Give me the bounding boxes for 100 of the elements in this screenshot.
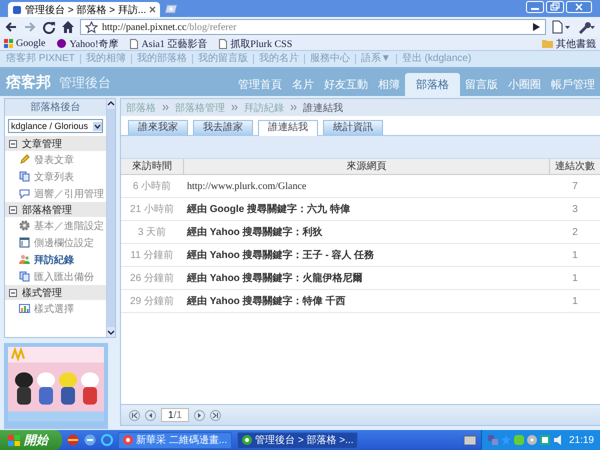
taskbar-button[interactable]: 管理後台 > 部落格 >...: [237, 432, 358, 448]
scroll-down-icon[interactable]: [107, 329, 115, 337]
speaker-icon[interactable]: [552, 435, 563, 445]
sidebar-item[interactable]: 迴響／引用管理: [5, 185, 106, 202]
back-icon[interactable]: [4, 20, 18, 34]
documents-icon: [19, 271, 30, 282]
sidebar-item[interactable]: 發表文章: [5, 151, 106, 168]
collapse-icon[interactable]: [9, 288, 17, 296]
close-icon[interactable]: [149, 6, 156, 13]
app-icon: [123, 435, 133, 445]
column-header[interactable]: 連結次數: [550, 159, 600, 174]
sidebar-item[interactable]: 拜訪紀錄: [5, 251, 106, 268]
tab[interactable]: 誰來我家: [128, 120, 188, 135]
star-icon[interactable]: [85, 20, 98, 34]
table-cell-text: 26 分鐘前: [129, 272, 175, 285]
app-icon[interactable]: [540, 435, 550, 445]
nav-tab[interactable]: 部落格: [405, 73, 460, 96]
star-icon[interactable]: [500, 435, 511, 445]
top-link[interactable]: 我的留言版: [192, 54, 253, 64]
previous-page-icon[interactable]: [145, 410, 156, 420]
next-page-icon[interactable]: [194, 410, 205, 420]
collapse-icon[interactable]: [9, 140, 17, 148]
section-header[interactable]: 部落格管理: [5, 202, 106, 217]
page-field[interactable]: 1/1: [161, 408, 189, 422]
nav-tab[interactable]: 相簿: [373, 73, 405, 96]
blog-select[interactable]: kdglance / Glorious: [8, 119, 103, 133]
table-cell-text: 29 分鐘前: [129, 295, 175, 308]
section-header[interactable]: 文章管理: [5, 136, 106, 151]
nav-tab[interactable]: 好友互動: [319, 73, 373, 96]
start-button[interactable]: 開始: [0, 430, 62, 450]
gear-icon: [19, 220, 30, 231]
disc-icon[interactable]: [526, 435, 537, 445]
link[interactable]: http://www.plurk.com/Glance: [183, 180, 550, 192]
sidebar-item[interactable]: 基本／進階設定: [5, 217, 106, 234]
clock: 21:19: [568, 434, 594, 446]
top-link[interactable]: 登出 (kdglance): [396, 54, 476, 64]
table-cell-text: 1: [571, 250, 579, 260]
section-header[interactable]: 樣式管理: [5, 285, 106, 300]
restore-icon[interactable]: [546, 1, 564, 13]
sidebar-item[interactable]: 文章列表: [5, 168, 106, 185]
minimize-icon[interactable]: [526, 1, 544, 13]
people-icon: [19, 254, 30, 265]
bookmark[interactable]: Yahoo!奇摩: [57, 36, 118, 50]
collapse-icon[interactable]: [9, 206, 17, 214]
sidebar-item[interactable]: 側邊欄位設定: [5, 234, 106, 251]
breadcrumb-link[interactable]: 部落格: [126, 100, 156, 114]
top-link[interactable]: 服務中心: [304, 54, 355, 64]
tab[interactable]: 誰連結我: [258, 120, 318, 136]
page-icon: [130, 38, 138, 48]
top-link[interactable]: 我的部落格: [130, 54, 192, 64]
table-cell-text: 1: [571, 272, 579, 284]
nav-tab[interactable]: 管理首頁: [233, 73, 287, 96]
page-menu-icon[interactable]: [551, 20, 571, 34]
table-cell-text: 經由 Yahoo 搜尋關鍵字：特偉 千西: [186, 294, 346, 308]
column-header[interactable]: 來訪時間: [121, 159, 184, 174]
top-link[interactable]: 痞客邦 PIXNET: [4, 54, 80, 64]
sidebar-item[interactable]: 樣式選擇: [5, 300, 106, 317]
nav-tab[interactable]: 名片: [287, 73, 319, 96]
tab[interactable]: 統計資訊: [323, 120, 383, 135]
breadcrumb-link[interactable]: 部落格管理: [175, 100, 225, 114]
chevron-icon: [290, 104, 297, 111]
column-header[interactable]: 來源網頁: [184, 159, 550, 174]
top-link[interactable]: 語系▼: [354, 54, 396, 64]
bookmark[interactable]: Google: [4, 38, 46, 49]
last-page-icon[interactable]: [210, 410, 221, 420]
chevron-icon: [231, 104, 238, 111]
go-icon[interactable]: [532, 22, 541, 32]
breadcrumb-link[interactable]: 拜訪紀錄: [244, 100, 284, 114]
table-cell-text: 3: [571, 204, 579, 214]
top-link[interactable]: 我的相簿: [80, 54, 131, 64]
reload-icon[interactable]: [42, 20, 56, 34]
scroll-up-icon[interactable]: [107, 99, 115, 107]
taskbar-button[interactable]: 新華采 二維碼邊畫...: [118, 432, 232, 448]
bookmark[interactable]: Asia1 亞藝影音: [130, 36, 208, 50]
nav-tab[interactable]: 帳戶管理: [546, 73, 600, 96]
windows-logo-icon: [8, 434, 20, 446]
bookmark-folder[interactable]: 其他書籤: [542, 36, 596, 50]
table-cell-text: 經由 Google 搜尋關鍵字：六九 特偉: [186, 202, 351, 216]
table-cell-text: 11 分鐘前: [129, 249, 175, 262]
dropdown-arrow-icon: [93, 122, 102, 130]
address-field[interactable]: http://panel.pixnet.cc/blog/referer: [80, 19, 546, 35]
home-icon[interactable]: [61, 20, 75, 34]
tab[interactable]: 我去誰家: [193, 120, 253, 135]
scrollbar[interactable]: [106, 99, 115, 337]
new-tab-icon[interactable]: [164, 4, 178, 14]
top-link[interactable]: 我的名片: [252, 54, 304, 64]
first-page-icon[interactable]: [129, 410, 140, 420]
window-icon: [19, 237, 30, 248]
folder-icon[interactable]: [464, 435, 476, 445]
nav-tab[interactable]: 小圈圈: [503, 73, 546, 96]
nav-tab[interactable]: 留言版: [460, 73, 503, 96]
browser-tab[interactable]: 管理後台 > 部落格 > 拜訪...: [8, 2, 160, 17]
site-title: 管理後台: [59, 74, 111, 92]
sidebar-title: 部落格後台: [5, 99, 106, 116]
table-cell-text: 6 小時前: [132, 180, 172, 193]
speech-bubble-icon: [19, 188, 30, 199]
bookmark[interactable]: 抓取Plurk CSS: [219, 36, 292, 50]
sidebar-item[interactable]: 匯入匯出備份: [5, 268, 106, 285]
chevron-icon: [162, 104, 169, 111]
logo[interactable]: 痞客邦: [6, 73, 51, 92]
